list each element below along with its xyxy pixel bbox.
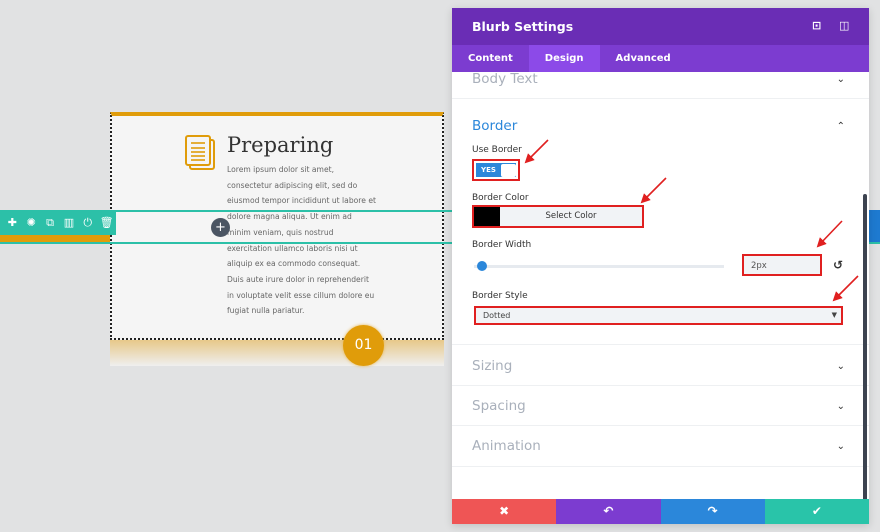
- card-shadow: [110, 340, 444, 366]
- section-sizing[interactable]: Sizing: [472, 358, 512, 374]
- save-button[interactable]: ✔: [764, 499, 869, 524]
- close-button[interactable]: ✖: [452, 499, 557, 524]
- document-icon: [185, 135, 215, 170]
- section-edge: [869, 210, 880, 244]
- section-spacing[interactable]: Spacing: [472, 398, 526, 414]
- chevron-down-icon[interactable]: ⌄: [837, 401, 845, 412]
- divider: [452, 344, 869, 345]
- row-toolbar: ✚ ✺ ⧉ ▥ ⏻ 🗑: [0, 210, 116, 235]
- chevron-down-icon[interactable]: ⌄: [837, 441, 845, 452]
- divider: [452, 385, 869, 386]
- annotation-arrows: [524, 139, 859, 302]
- add-module-button[interactable]: +: [211, 218, 230, 237]
- move-icon[interactable]: ✚: [3, 216, 22, 229]
- save-icon[interactable]: ⏻: [78, 216, 97, 230]
- module-title: Preparing: [227, 133, 334, 157]
- undo-button[interactable]: ↶: [556, 499, 661, 524]
- divider: [452, 425, 869, 426]
- section-animation[interactable]: Animation: [472, 438, 541, 454]
- duplicate-icon[interactable]: ⧉: [41, 216, 60, 230]
- columns-icon[interactable]: ▥: [59, 216, 78, 229]
- redo-button[interactable]: ↷: [660, 499, 765, 524]
- chevron-down-icon[interactable]: ⌄: [837, 361, 845, 372]
- panel-footer: ✖ ↶ ↷ ✔: [452, 499, 869, 524]
- trash-icon[interactable]: 🗑: [97, 216, 116, 229]
- settings-panel: Blurb Settings ⊡ ◫ Content Design Advance…: [452, 8, 869, 524]
- divider: [452, 466, 869, 467]
- step-number: 01: [343, 325, 384, 366]
- gear-icon[interactable]: ✺: [22, 216, 41, 229]
